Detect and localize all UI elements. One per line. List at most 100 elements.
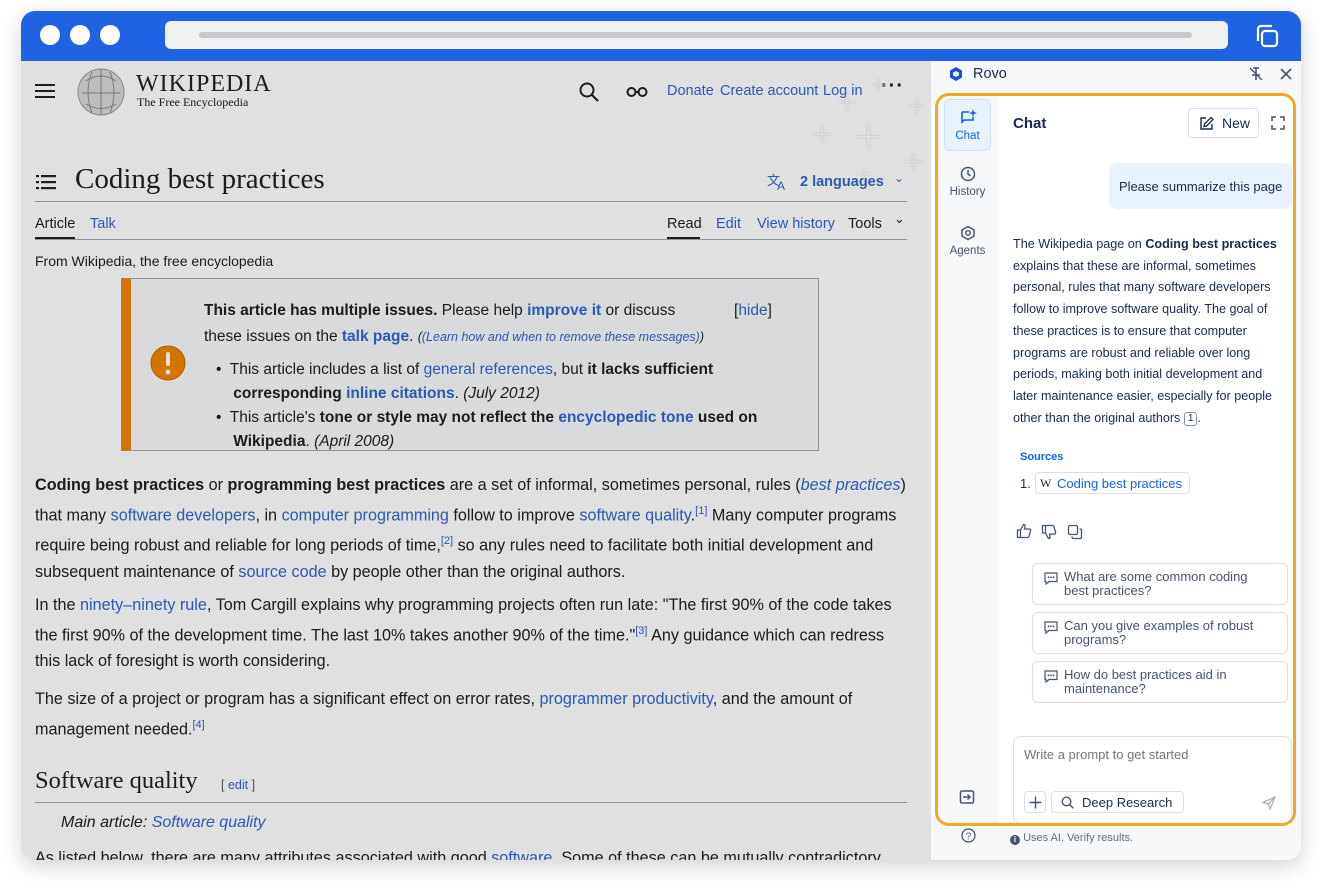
search-icon	[1061, 796, 1074, 809]
deep-research-label: Deep Research	[1082, 795, 1173, 810]
reference-1[interactable]: [1]	[695, 505, 707, 517]
tab-read[interactable]: Read	[667, 216, 702, 232]
rovo-title: Rovo	[973, 66, 1007, 82]
suggestion-text: What are some common coding	[1064, 569, 1248, 584]
improve-it-link[interactable]: improve it	[527, 302, 601, 319]
expand-icon[interactable]	[1271, 116, 1285, 130]
message-icon	[1044, 621, 1058, 634]
source-code-link[interactable]: source code	[238, 563, 326, 581]
wikipedia-globe-logo[interactable]	[76, 67, 126, 117]
assistant-answer: The Wikipedia page on Coding best practi…	[1013, 237, 1277, 426]
new-chat-button[interactable]: New	[1188, 108, 1259, 138]
deep-research-button[interactable]: Deep Research	[1051, 791, 1184, 813]
user-message-bubble: Please summarize this page	[1109, 163, 1292, 209]
encyclopedic-tone-link[interactable]: encyclopedic tone	[558, 409, 693, 426]
main-article-link[interactable]: Software quality	[152, 814, 266, 831]
suggestion-chip[interactable]: How do best practices aid in maintenance?	[1032, 661, 1288, 703]
svg-text:A: A	[777, 179, 785, 191]
help-icon[interactable]: ?	[961, 828, 976, 843]
best-practices-link[interactable]: best practices	[801, 476, 901, 494]
section-edit[interactable]: [ edit ]	[221, 778, 255, 792]
prompt-input[interactable]	[1024, 747, 1279, 777]
add-attachment-button[interactable]	[1024, 791, 1046, 813]
tab-tools[interactable]: Tools	[848, 216, 882, 232]
hide-toggle[interactable]: [hide]	[734, 302, 772, 320]
rail-label-chat: Chat	[955, 130, 980, 142]
chat-header-title: Chat	[1013, 115, 1047, 132]
rail-label-agents: Agents	[949, 245, 986, 257]
language-icon[interactable]: 文A	[767, 173, 789, 191]
notice-text: these issues on the	[204, 328, 338, 345]
section-edit-link[interactable]: edit	[228, 778, 248, 792]
tab-view-history[interactable]: View history	[757, 216, 835, 232]
inline-citations-link[interactable]: inline citations	[346, 385, 455, 402]
suggestion-chip[interactable]: What are some common coding best practice…	[1032, 563, 1288, 605]
rail-item-history[interactable]: History	[944, 158, 991, 210]
notice-text: Please help	[441, 302, 523, 319]
message-icon	[1044, 670, 1058, 683]
rovo-chat-frame: Chat History Agents Chat New Please summ…	[935, 93, 1296, 826]
citation-badge[interactable]: 1	[1183, 411, 1198, 426]
computer-programming-link[interactable]: computer programming	[282, 506, 449, 524]
message-icon	[1044, 572, 1058, 585]
rail-item-agents[interactable]: Agents	[944, 217, 991, 269]
software-link[interactable]: software	[491, 849, 552, 860]
software-quality-link[interactable]: software quality	[579, 506, 690, 524]
source-link[interactable]: Coding best practices	[1057, 476, 1182, 491]
user-message-text: Please summarize this page	[1119, 179, 1283, 194]
reference-3[interactable]: [3]	[635, 625, 647, 637]
unpin-icon[interactable]	[1249, 67, 1263, 81]
software-developers-link[interactable]: software developers	[111, 506, 256, 524]
rovo-rail: Chat History Agents	[938, 96, 998, 823]
window-maximize-dot[interactable]	[100, 25, 120, 45]
browser-toolbar	[21, 11, 1301, 61]
svg-text:?: ?	[966, 831, 972, 842]
source-chip[interactable]: W Coding best practices	[1035, 472, 1190, 494]
general-references-link[interactable]: general references	[424, 361, 553, 378]
thumbs-up-icon[interactable]	[1016, 523, 1032, 539]
window-minimize-dot[interactable]	[70, 25, 90, 45]
address-bar[interactable]	[165, 21, 1228, 49]
browser-window: WIKIPEDIA The Free Encyclopedia Donate C…	[21, 11, 1301, 860]
table-of-contents-icon[interactable]	[36, 174, 56, 190]
collapse-panel-icon[interactable]	[959, 789, 975, 805]
tools-chevron-icon[interactable]: ⌄	[894, 211, 905, 227]
paragraph-ninety-ninety: In the ninety–ninety rule, Tom Cargill e…	[35, 596, 892, 671]
tab-talk[interactable]: Talk	[90, 216, 116, 232]
source-index: 1.	[1020, 476, 1031, 491]
send-icon[interactable]	[1262, 796, 1276, 810]
notice-heading: This article has multiple issues.	[204, 302, 438, 319]
tab-article[interactable]: Article	[35, 216, 75, 232]
create-account-link[interactable]: Create account	[720, 83, 818, 99]
talk-page-link[interactable]: talk page	[342, 328, 409, 345]
thumbs-down-icon[interactable]	[1041, 524, 1057, 540]
tabs-icon[interactable]	[1253, 22, 1281, 50]
donate-link[interactable]: Donate	[667, 83, 714, 99]
window-close-dot[interactable]	[40, 25, 60, 45]
rovo-logo-icon	[950, 67, 962, 81]
notice-removal-help[interactable]: ((Learn how and when to remove these mes…	[418, 330, 704, 344]
hide-link[interactable]: hide	[738, 302, 767, 319]
rail-item-chat[interactable]: Chat	[944, 99, 991, 151]
programmer-productivity-link[interactable]: programmer productivity	[539, 690, 712, 708]
reference-4[interactable]: [4]	[193, 719, 205, 731]
sources-label: Sources	[1020, 451, 1064, 463]
close-icon[interactable]	[1280, 68, 1292, 80]
suggestion-text: Can you give examples of robust	[1064, 618, 1254, 633]
appearance-glasses-icon[interactable]	[626, 86, 648, 98]
notice-bullet-1: • This article includes a list of genera…	[216, 361, 714, 402]
suggestion-text: maintenance?	[1064, 681, 1146, 696]
suggestion-chip[interactable]: Can you give examples of robust programs?	[1032, 612, 1288, 654]
main-menu-icon[interactable]	[35, 83, 55, 99]
warning-icon	[150, 345, 186, 381]
sparkle-icon: +	[869, 73, 888, 98]
reference-2[interactable]: [2]	[441, 535, 453, 547]
prompt-box[interactable]: Deep Research	[1013, 736, 1292, 823]
tab-edit[interactable]: Edit	[716, 216, 741, 232]
wikipedia-wordmark[interactable]: WIKIPEDIA	[136, 71, 272, 98]
ninety-ninety-rule-link[interactable]: ninety–ninety rule	[80, 596, 207, 614]
paragraph-attributes: As listed below, there are many attribut…	[35, 845, 881, 860]
suggestion-text: programs?	[1064, 632, 1127, 647]
search-icon[interactable]	[579, 82, 599, 102]
copy-icon[interactable]	[1067, 524, 1083, 540]
